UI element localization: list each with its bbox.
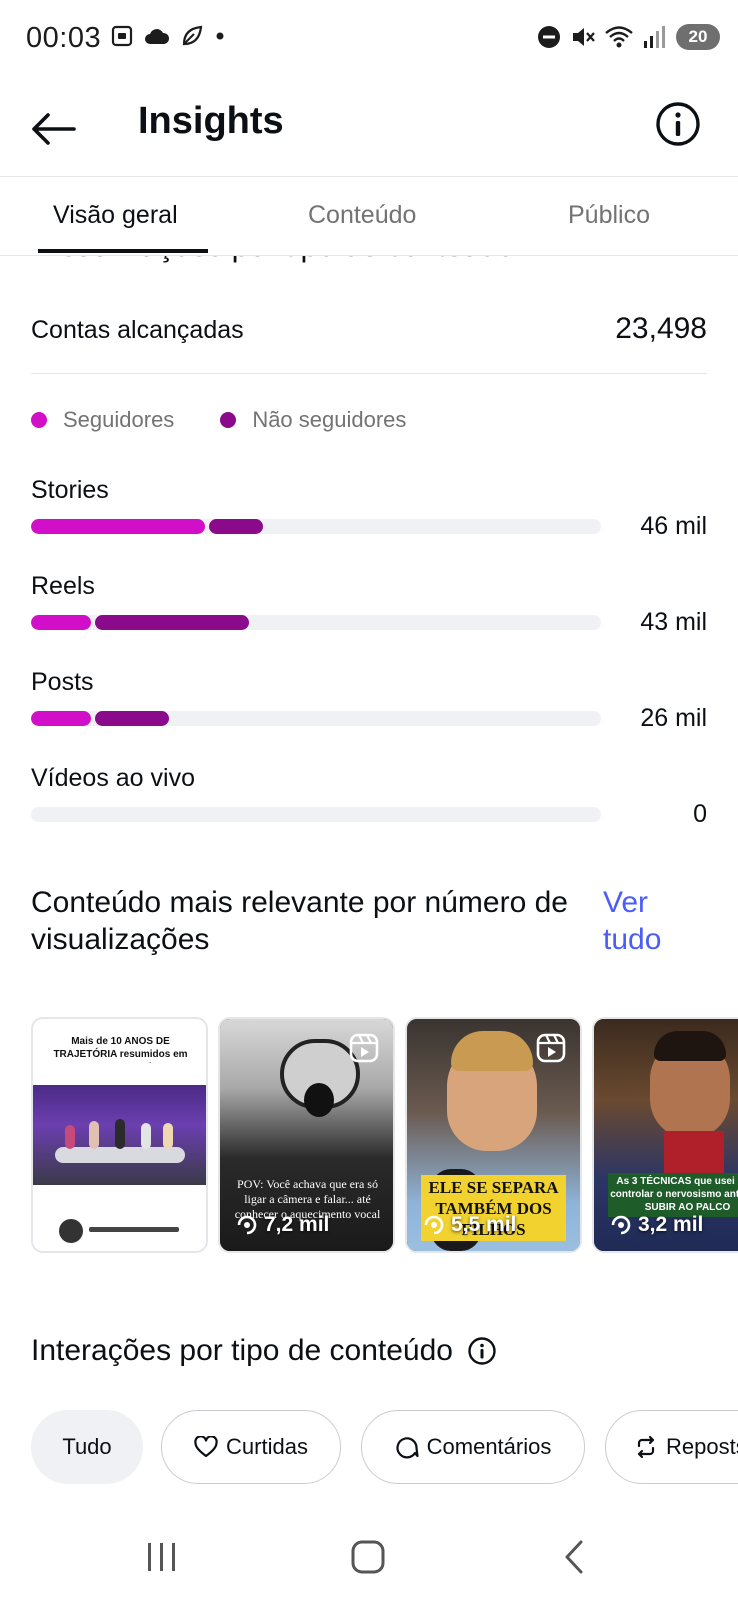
legend-dot-nonfollowers — [220, 412, 237, 428]
chip-label: Comentários — [426, 1434, 552, 1459]
thumbnail-carousel[interactable]: Mais de 10 ANOS DE TRAJETÓRIA resumidos … — [31, 1017, 738, 1255]
app-header: Insights — [0, 80, 738, 176]
bar-track — [31, 807, 601, 822]
battery-indicator: 20 — [676, 24, 720, 50]
accounts-reached-label: Contas alcançadas — [31, 316, 244, 344]
tab-active-indicator — [38, 249, 208, 253]
tab-bar: Visão geral Conteúdo Público — [0, 176, 738, 256]
back-button[interactable] — [28, 104, 78, 154]
recent-apps-button[interactable] — [132, 1532, 192, 1582]
views-count: 5,5 mil — [451, 1213, 517, 1236]
tab-overview[interactable]: Visão geral — [53, 201, 178, 230]
thumbnail-caption: As 3 TÉCNICAS que usei para controlar o … — [608, 1173, 738, 1217]
views-count: 7,2 mil — [264, 1213, 330, 1236]
bar-label: Vídeos ao vivo — [31, 764, 195, 792]
accounts-reached-value: 23,498 — [615, 312, 707, 345]
relevant-content-title: Conteúdo mais relevante por número de vi… — [31, 886, 568, 956]
page-title: Insights — [138, 100, 284, 142]
repost-icon — [637, 1435, 655, 1459]
content-thumbnail[interactable]: ELE SE SEPARA TAMBÉM DOS FILHOS 5,5 mil — [405, 1017, 582, 1253]
wifi-icon — [605, 26, 633, 48]
chip-reposts[interactable]: Reposts — [605, 1410, 738, 1484]
comment-icon — [396, 1437, 419, 1459]
status-time: 00:03 — [26, 22, 102, 54]
screenshot-icon — [111, 25, 133, 47]
divider — [31, 373, 707, 374]
chip-label: Curtidas — [226, 1434, 308, 1459]
status-bar: 00:03 20 — [0, 0, 738, 80]
reel-icon — [349, 1033, 379, 1063]
recent-apps-icon — [148, 1543, 175, 1571]
info-button[interactable] — [654, 100, 702, 148]
bar-label: Posts — [31, 668, 94, 696]
chip-likes[interactable]: Curtidas — [161, 1410, 341, 1484]
interactions-heading: Interações por tipo de conteúdo — [31, 1334, 497, 1368]
legend-followers-label: Seguidores — [63, 407, 175, 432]
interactions-title: Interações por tipo de conteúdo — [31, 1334, 453, 1367]
system-nav-bar — [0, 1512, 738, 1600]
bar-label: Stories — [31, 476, 109, 504]
views-icon — [424, 1215, 444, 1235]
bar-track — [31, 519, 601, 534]
bar-segment-nonfollowers — [94, 711, 169, 726]
mute-icon — [573, 28, 595, 46]
status-icons-right: 20 — [536, 24, 720, 50]
bar-value: 43 mil — [640, 608, 707, 636]
reel-icon — [536, 1033, 566, 1063]
cloud-icon — [145, 29, 170, 44]
avatar — [59, 1219, 83, 1243]
dot-icon — [216, 32, 224, 40]
bar-value: 26 mil — [640, 704, 707, 732]
thumbnail-views: 3,2 mil — [610, 1213, 703, 1237]
home-icon — [351, 1540, 385, 1574]
chip-comments[interactable]: Comentários — [361, 1410, 585, 1484]
back-nav-button[interactable] — [544, 1532, 604, 1582]
do-not-disturb-icon — [538, 26, 560, 48]
signal-icon — [644, 26, 665, 48]
thumbnail-image — [33, 1085, 206, 1185]
views-icon — [611, 1215, 631, 1235]
tab-audience[interactable]: Público — [568, 201, 650, 230]
bar-segment-followers — [31, 615, 91, 630]
bar-value: 0 — [693, 800, 707, 828]
heart-icon — [194, 1436, 218, 1458]
status-icons-left — [110, 24, 226, 48]
content-thumbnail[interactable]: POV: Você achava que era só ligar a câme… — [218, 1017, 395, 1253]
legend-followers: Seguidores — [31, 407, 174, 433]
bar-track — [31, 615, 601, 630]
bar-segment-nonfollowers — [94, 615, 249, 630]
views-count: 3,2 mil — [638, 1213, 704, 1236]
bar-segment-followers — [31, 519, 205, 534]
back-icon — [565, 1540, 583, 1574]
info-icon — [656, 102, 700, 146]
info-icon[interactable] — [467, 1336, 497, 1366]
legend-dot-followers — [31, 412, 47, 428]
thumbnail-views: 7,2 mil — [236, 1213, 329, 1237]
legend-nonfollowers: Não seguidores — [220, 407, 406, 433]
interaction-filter-chips: Tudo Curtidas Comentários Reposts — [31, 1410, 738, 1484]
views-icon — [237, 1215, 257, 1235]
thumbnail-caption: Mais de 10 ANOS DE TRAJETÓRIA resumidos … — [53, 1036, 188, 1063]
chip-all[interactable]: Tudo — [31, 1410, 143, 1484]
leaf-icon — [182, 25, 203, 46]
chip-label: Tudo — [62, 1434, 112, 1459]
tab-content[interactable]: Conteúdo — [308, 201, 416, 230]
see-all-link[interactable]: Ver tudo — [603, 884, 713, 958]
legend-nonfollowers-label: Não seguidores — [252, 407, 407, 432]
bar-segment-followers — [31, 711, 91, 726]
profile-handle-line — [89, 1227, 179, 1232]
chip-label: Reposts — [666, 1434, 738, 1459]
content-thumbnail[interactable]: Mais de 10 ANOS DE TRAJETÓRIA resumidos … — [31, 1017, 208, 1253]
bar-label: Reels — [31, 572, 95, 600]
bar-segment-nonfollowers — [208, 519, 263, 534]
arrow-left-icon — [32, 113, 76, 145]
bar-track — [31, 711, 601, 726]
chart-legend: Seguidores Não seguidores — [31, 407, 452, 433]
bar-value: 46 mil — [640, 512, 707, 540]
home-button[interactable] — [338, 1532, 398, 1582]
content-thumbnail[interactable]: As 3 TÉCNICAS que usei para controlar o … — [592, 1017, 738, 1253]
thumbnail-views: 5,5 mil — [423, 1213, 516, 1237]
